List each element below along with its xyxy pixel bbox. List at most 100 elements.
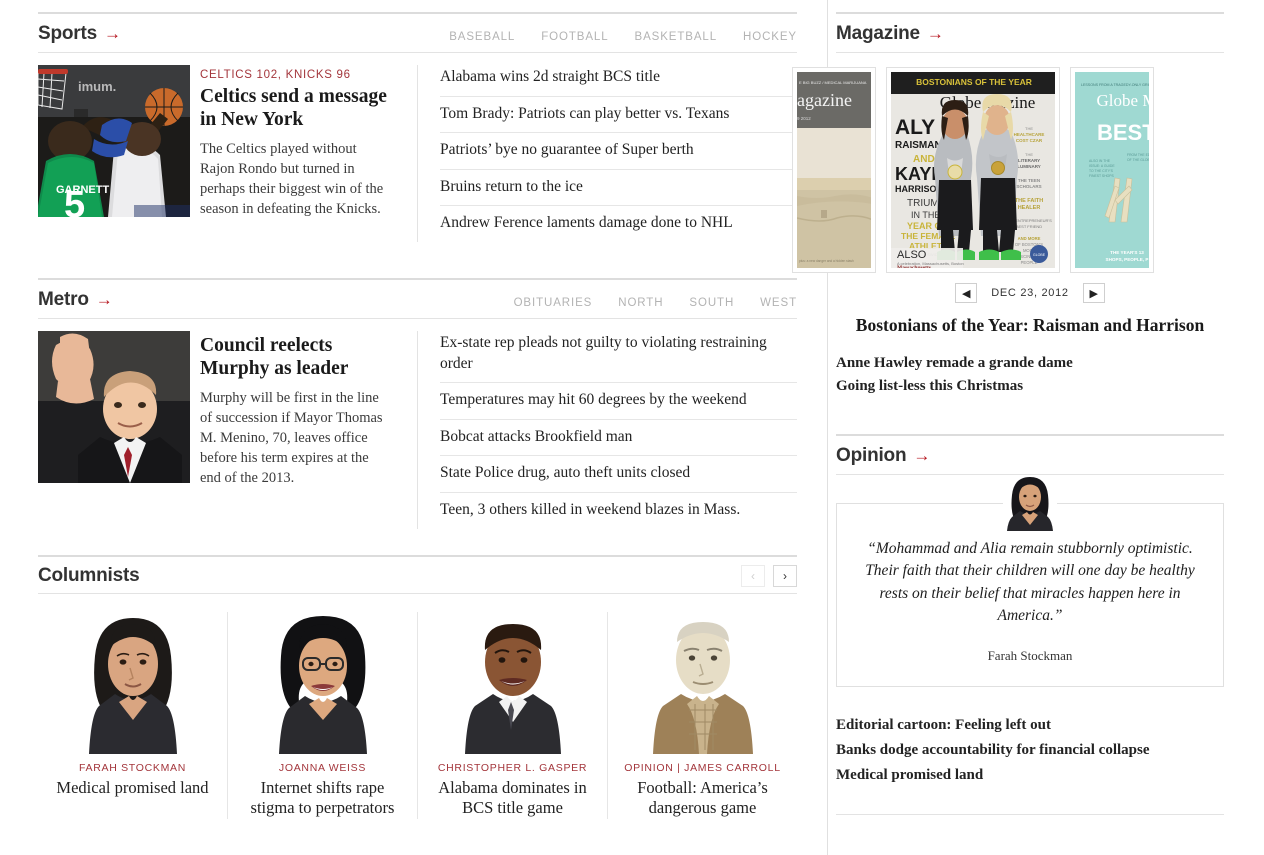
columnist-byline: FARAH STOCKMAN <box>52 762 213 774</box>
svg-text:THE FAITH: THE FAITH <box>1015 198 1043 204</box>
carousel-prev-button[interactable]: ‹ <box>741 565 765 587</box>
subnav-item-basketball[interactable]: BASKETBALL <box>635 31 718 43</box>
globe-magazine-cover-desert: E BIG BUZZ / MEDICAL MARIJUANA agazine 9… <box>797 72 871 268</box>
sports-headline-3[interactable]: Patriots’ bye no guarantee of Super bert… <box>440 133 797 170</box>
sports-lead-kicker: CELTICS 102, KNICKS 96 <box>200 69 387 81</box>
subnav-item-baseball[interactable]: BASEBALL <box>449 31 515 43</box>
opinion-links: Editorial cartoon: Feeling left out Bank… <box>836 713 1224 788</box>
arrow-right-icon: → <box>913 447 930 464</box>
svg-text:HEALER: HEALER <box>1018 205 1041 211</box>
politician-waving-image <box>38 331 190 483</box>
sports-lead-dek: The Celtics played without Rajon Rondo b… <box>200 139 387 219</box>
svg-text:agazine: agazine <box>797 90 852 110</box>
svg-text:RAISMAN: RAISMAN <box>895 140 942 151</box>
opinion-link-1[interactable]: Editorial cartoon: Feeling left out <box>836 713 1224 738</box>
metro-lead-dek: Murphy will be first in the line of succ… <box>200 388 387 488</box>
metro-headline-2[interactable]: Temperatures may hit 60 degrees by the w… <box>440 383 797 420</box>
svg-text:ALSO: ALSO <box>897 249 927 261</box>
svg-text:THE TEEN: THE TEEN <box>1018 178 1040 183</box>
subnav-item-hockey[interactable]: HOCKEY <box>743 31 797 43</box>
magazine-section-header: Magazine → <box>836 12 1224 53</box>
svg-text:HEALTHCARE: HEALTHCARE <box>1014 132 1045 137</box>
sports-headline-4[interactable]: Bruins return to the ice <box>440 170 797 207</box>
subnav-item-north[interactable]: NORTH <box>618 297 663 309</box>
svg-text:LUMINARY: LUMINARY <box>1017 164 1041 169</box>
magazine-link-1[interactable]: Anne Hawley remade a grande dame <box>836 352 1224 375</box>
columnist-byline: JOANNA WEISS <box>242 762 403 774</box>
magazine-cover-prev[interactable]: E BIG BUZZ / MEDICAL MARIJUANA agazine 9… <box>792 67 876 273</box>
metro-headline-5[interactable]: Teen, 3 others killed in weekend blazes … <box>440 493 797 529</box>
columnist-headline[interactable]: Internet shifts rape stigma to perpetrat… <box>242 778 403 819</box>
opinion-title[interactable]: Opinion → <box>836 445 930 467</box>
metro-lead-photo[interactable] <box>38 331 190 483</box>
sports-headline-1[interactable]: Alabama wins 2d straight BCS title <box>440 65 797 97</box>
magazine-cover-current[interactable]: BOSTONIANS OF THE YEAR Globe Ma zine ALY… <box>886 67 1060 273</box>
svg-text:TO THE CITY'S: TO THE CITY'S <box>1089 169 1114 173</box>
metro-headline-4[interactable]: State Police drug, auto theft units clos… <box>440 456 797 493</box>
subnav-item-west[interactable]: WEST <box>760 297 797 309</box>
opinion-quote-block: “Mohammad and Alia remain stubbornly opt… <box>836 503 1224 687</box>
svg-text:IN THE: IN THE <box>911 210 940 220</box>
magazine-cover-next[interactable]: LESSONS FROM A TRAGEDY-ONLY GRILLING • W… <box>1070 67 1154 273</box>
right-column: Magazine → E BIG BUZZ / MEDICAL MARIJUAN… <box>828 0 1264 855</box>
magazine-headline[interactable]: Bostonians of the Year: Raisman and Harr… <box>836 315 1224 336</box>
svg-text:SCHOLARS: SCHOLARS <box>1016 184 1041 189</box>
globe-magazine-cover-bostonians-of-the-year: BOSTONIANS OF THE YEAR Globe Ma zine ALY… <box>891 72 1055 268</box>
magazine-prev-button[interactable]: ◀ <box>955 283 977 303</box>
magazine-title[interactable]: Magazine → <box>836 23 944 45</box>
sports-headline-2[interactable]: Tom Brady: Patriots can play better vs. … <box>440 97 797 134</box>
columnist-card[interactable]: CHRISTOPHER L. GASPER Alabama dominates … <box>418 612 608 819</box>
columnist-headline[interactable]: Alabama dominates in BCS title game <box>432 778 593 819</box>
svg-text:Massachusetts: Massachusetts <box>897 265 931 268</box>
opinion-title-label: Opinion <box>836 445 906 467</box>
opinion-link-3[interactable]: Medical promised land <box>836 763 1224 788</box>
joanna-weiss-portrait <box>261 612 385 754</box>
christopher-gasper-portrait <box>451 612 575 754</box>
metro-title[interactable]: Metro → <box>38 289 113 311</box>
farah-stockman-avatar <box>1003 475 1057 531</box>
metro-lead-text: Council reelects Murphy as leader Murphy… <box>190 331 405 529</box>
magazine-cover-carousel: E BIG BUZZ / MEDICAL MARIJUANA agazine 9… <box>836 53 1224 273</box>
sports-title[interactable]: Sports → <box>38 23 121 45</box>
opinion-quote-attribution: Farah Stockman <box>861 648 1199 664</box>
metro-headline-1[interactable]: Ex-state rep pleads not guilty to violat… <box>440 331 797 383</box>
svg-text:SHOPS, PEOPLE, P: SHOPS, PEOPLE, P <box>1106 257 1149 262</box>
metro-headline-3[interactable]: Bobcat attacks Brookfield man <box>440 420 797 457</box>
sports-headline-5[interactable]: Andrew Ference laments damage done to NH… <box>440 206 797 242</box>
farah-stockman-portrait <box>71 612 195 754</box>
svg-text:COST CZAR: COST CZAR <box>1016 138 1043 143</box>
magazine-next-button[interactable]: ▶ <box>1083 283 1105 303</box>
svg-text:LITERARY: LITERARY <box>1018 158 1040 163</box>
magazine-links: Anne Hawley remade a grande dame Going l… <box>836 352 1224 398</box>
arrow-right-icon: → <box>927 25 944 42</box>
columnist-card[interactable]: JOANNA WEISS Internet shifts rape stigma… <box>228 612 418 819</box>
svg-text:BEST FRIEND: BEST FRIEND <box>1016 224 1042 229</box>
subnav-item-south[interactable]: SOUTH <box>689 297 734 309</box>
opinion-link-2[interactable]: Banks dodge accountability for financial… <box>836 738 1224 763</box>
james-carroll-portrait <box>641 612 765 754</box>
subnav-item-football[interactable]: FOOTBALL <box>541 31 608 43</box>
sports-lead-photo[interactable]: imum. GARNETT 5 <box>38 65 190 217</box>
svg-text:THE: THE <box>1025 126 1033 131</box>
magazine-link-2[interactable]: Going list-less this Christmas <box>836 375 1224 398</box>
columnists-carousel-controls: ‹ › <box>741 565 797 587</box>
svg-text:FINEST SHOPS: FINEST SHOPS <box>1089 174 1115 178</box>
sports-headline-list: Alabama wins 2d straight BCS title Tom B… <box>417 65 797 242</box>
sports-lead-text: CELTICS 102, KNICKS 96 Celtics send a me… <box>190 65 405 242</box>
subnav-item-obituaries[interactable]: OBITUARIES <box>514 297 593 309</box>
metro-lead-headline[interactable]: Council reelects Murphy as leader <box>200 335 387 381</box>
columnists-row: FARAH STOCKMAN Medical promised land <box>38 594 797 819</box>
svg-text:FROM THE EDITORS: FROM THE EDITORS <box>1127 153 1149 157</box>
carousel-next-button[interactable]: › <box>773 565 797 587</box>
columnist-card[interactable]: FARAH STOCKMAN Medical promised land <box>38 612 228 819</box>
svg-text:ISSUE: A GUIDE: ISSUE: A GUIDE <box>1089 164 1115 168</box>
svg-text:plus: a new danger and a hidde: plus: a new danger and a hidden stash <box>799 259 854 263</box>
sports-lead-headline[interactable]: Celtics send a message in New York <box>200 86 387 132</box>
metro-section-header: Metro → OBITUARIES NORTH SOUTH WEST <box>38 278 797 319</box>
columnist-headline[interactable]: Medical promised land <box>52 778 213 799</box>
globe-magazine-cover-best-2: LESSONS FROM A TRAGEDY-ONLY GRILLING • W… <box>1075 72 1149 268</box>
columnist-card[interactable]: OPINION | JAMES CARROLL Football: Americ… <box>608 612 797 819</box>
columnist-headline[interactable]: Football: America’s dangerous game <box>622 778 783 819</box>
svg-text:THE YEAR'S 13: THE YEAR'S 13 <box>1110 250 1144 255</box>
homepage-root: Sports → BASEBALL FOOTBALL BASKETBALL HO… <box>0 0 1264 855</box>
